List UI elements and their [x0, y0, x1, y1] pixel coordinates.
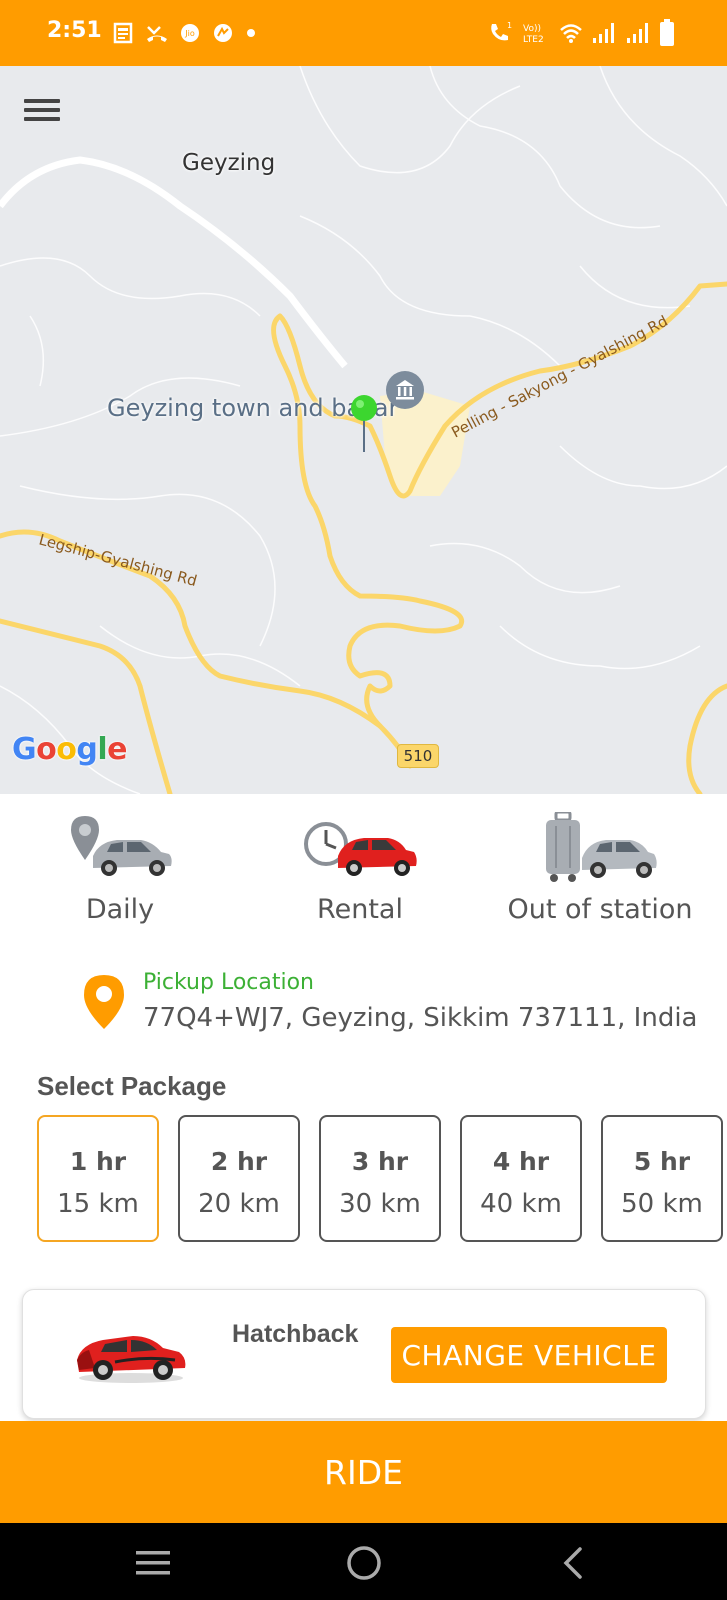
package-km: 20 km — [198, 1189, 280, 1219]
google-logo-letter: l — [97, 732, 108, 767]
map-place-label: Geyzing — [182, 150, 276, 176]
menu-bar — [24, 108, 60, 112]
google-logo-letter: G — [12, 732, 37, 767]
battery-icon — [660, 19, 674, 46]
wifi-icon — [560, 24, 582, 43]
svg-text:Jio: Jio — [184, 29, 195, 38]
package-option-2hr[interactable]: 2 hr 20 km — [178, 1115, 300, 1242]
museum-icon[interactable] — [386, 371, 424, 409]
map-view[interactable]: Pelling - Sakyong - Gyalshing Rd Legship… — [0, 66, 727, 794]
red-car-icon — [77, 1336, 186, 1383]
package-km: 30 km — [339, 1189, 421, 1219]
missed-call-icon — [147, 26, 167, 42]
svg-text:LTE2: LTE2 — [523, 35, 544, 45]
package-hours: 1 hr — [69, 1147, 127, 1176]
app-icon — [214, 24, 232, 42]
lte-icon: Vo))LTE2 — [523, 24, 544, 45]
package-km: 15 km — [57, 1189, 139, 1219]
vehicle-name: Hatchback — [232, 1320, 359, 1348]
status-left-icons: Jio — [113, 20, 257, 46]
status-time: 2:51 — [47, 18, 102, 43]
vehicle-card: Hatchback CHANGE VEHICLE — [22, 1289, 706, 1419]
road-label-pelling: Pelling - Sakyong - Gyalshing Rd — [448, 312, 670, 442]
pickup-address[interactable]: 77Q4+WJ7, Geyzing, Sikkim 737111, India — [143, 1003, 697, 1033]
home-icon[interactable] — [342, 1541, 386, 1585]
luggage-car-icon — [546, 812, 657, 882]
package-title: Select Package — [37, 1071, 227, 1101]
menu-bar — [24, 117, 60, 121]
google-logo-letter: g — [76, 732, 98, 767]
google-logo: Google — [12, 732, 128, 767]
signal-icon — [593, 23, 614, 43]
option-rental[interactable]: Rental — [245, 800, 475, 935]
package-option-1hr[interactable]: 1 hr 15 km — [37, 1115, 159, 1242]
system-nav-bar — [0, 1523, 727, 1600]
location-pin-icon — [84, 975, 124, 1029]
clock-car-icon — [304, 822, 417, 876]
package-hours: 3 hr — [351, 1147, 409, 1176]
package-option-5hr[interactable]: 5 hr 50 km — [601, 1115, 723, 1242]
back-icon[interactable] — [552, 1541, 596, 1585]
package-hours: 4 hr — [492, 1147, 550, 1176]
package-km: 40 km — [480, 1189, 562, 1219]
pickup-location[interactable]: Pickup Location 77Q4+WJ7, Geyzing, Sikki… — [82, 970, 702, 1040]
svg-text:Vo)): Vo)) — [523, 24, 541, 34]
menu-bar — [24, 99, 60, 103]
package-option-3hr[interactable]: 3 hr 30 km — [319, 1115, 441, 1242]
option-label: Daily — [85, 894, 155, 925]
option-out-of-station[interactable]: Out of station — [485, 800, 715, 935]
package-km: 50 km — [621, 1189, 703, 1219]
location-car-icon — [71, 816, 172, 876]
google-logo-letter: o — [36, 732, 57, 767]
road-label-legship: Legship-Gyalshing Rd — [37, 530, 199, 590]
status-right-icons: 1 Vo)) LTE2 — [487, 18, 675, 48]
package-hours: 2 hr — [210, 1147, 268, 1176]
ride-button[interactable]: RIDE — [0, 1421, 727, 1523]
google-logo-letter: e — [107, 732, 128, 767]
road-number-badge: 510 — [397, 744, 439, 768]
option-label: Out of station — [507, 894, 693, 925]
google-logo-letter: o — [56, 732, 77, 767]
recent-apps-icon[interactable] — [132, 1541, 176, 1585]
svg-text:1: 1 — [507, 21, 512, 30]
pickup-label: Pickup Location — [143, 970, 315, 995]
change-vehicle-button[interactable]: CHANGE VEHICLE — [391, 1327, 667, 1383]
ride-options: Daily Rental Out of station — [0, 800, 727, 940]
news-icon — [113, 22, 133, 44]
jio-icon: Jio — [181, 24, 199, 42]
package-options: 1 hr 15 km 2 hr 20 km 3 hr 30 km 4 hr 40… — [37, 1115, 727, 1243]
status-bar: 2:51 Jio 1 Vo)) LTE2 — [0, 0, 727, 66]
option-daily[interactable]: Daily — [5, 800, 235, 935]
package-option-4hr[interactable]: 4 hr 40 km — [460, 1115, 582, 1242]
option-label: Rental — [317, 894, 403, 925]
signal-icon — [627, 23, 648, 43]
menu-button[interactable] — [24, 94, 64, 130]
dot-icon — [247, 29, 255, 37]
google-logo-text: Google — [12, 732, 128, 767]
current-location-marker[interactable] — [350, 394, 378, 454]
package-hours: 5 hr — [633, 1147, 691, 1176]
volte-call-icon: 1 — [491, 21, 512, 41]
